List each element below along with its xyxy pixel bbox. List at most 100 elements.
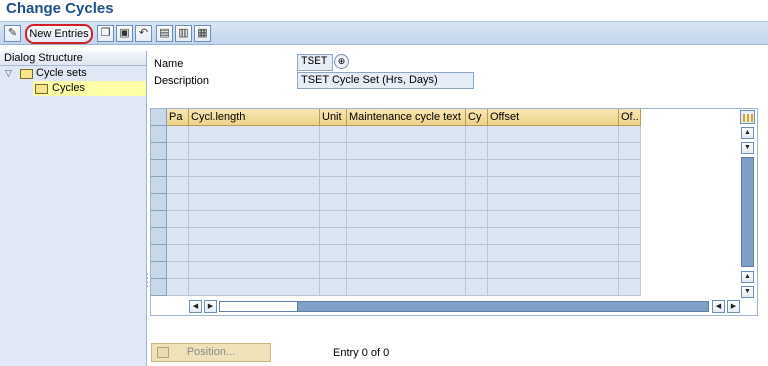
select-all-icon[interactable]: ▤ [156,25,173,42]
table-cell[interactable] [189,194,320,211]
table-cell[interactable] [320,177,347,194]
table-cell[interactable] [619,262,641,279]
scroll-down-icon[interactable]: ▼ [741,286,754,298]
table-cell[interactable] [488,279,619,296]
table-cell[interactable] [619,177,641,194]
column-header-pa[interactable]: Pa [167,109,189,126]
position-button[interactable]: Position... [151,343,271,362]
vertical-scrollbar[interactable]: ▲ ▼ ▲ ▼ [740,109,757,315]
table-cell[interactable] [619,245,641,262]
horizontal-scroll-thumb[interactable] [220,302,298,311]
select-block-icon[interactable]: ▥ [175,25,192,42]
column-header-maintenance-cycle-text[interactable]: Maintenance cycle text [347,109,466,126]
table-cell[interactable] [488,143,619,160]
table-cell[interactable] [347,160,466,177]
table-cell[interactable] [347,126,466,143]
table-cell[interactable] [167,211,189,228]
scroll-down-top-icon[interactable]: ▼ [741,142,754,154]
row-selector[interactable] [151,177,167,194]
table-cell[interactable] [488,126,619,143]
scroll-left-end-icon[interactable]: ◀ [712,300,725,313]
table-cell[interactable] [488,245,619,262]
table-cell[interactable] [619,160,641,177]
table-cell[interactable] [488,262,619,279]
table-cell[interactable] [320,194,347,211]
table-cell[interactable] [167,279,189,296]
table-cell[interactable] [167,177,189,194]
tree-item-cycle-sets[interactable]: ▽ Cycle sets [0,66,146,81]
row-selector[interactable] [151,262,167,279]
row-selector[interactable] [151,126,167,143]
table-cell[interactable] [189,262,320,279]
table-cell[interactable] [347,143,466,160]
table-cell[interactable] [189,160,320,177]
deselect-all-icon[interactable]: ▦ [194,25,211,42]
vertical-scroll-thumb[interactable] [741,157,754,267]
edit-toggle-icon[interactable]: ✎ [4,25,21,42]
row-selector[interactable] [151,279,167,296]
table-cell[interactable] [320,143,347,160]
scroll-up-icon[interactable]: ▲ [741,271,754,283]
table-cell[interactable] [167,143,189,160]
row-selector[interactable] [151,228,167,245]
table-cell[interactable] [619,126,641,143]
table-cell[interactable] [619,228,641,245]
value-help-icon[interactable]: ⊕ [334,54,349,69]
row-selector[interactable] [151,143,167,160]
horizontal-scrollbar[interactable]: ◀ ▶ ◀ ▶ [189,300,741,314]
table-cell[interactable] [189,143,320,160]
new-entries-button[interactable]: New Entries [25,24,93,44]
table-cell[interactable] [320,228,347,245]
table-cell[interactable] [488,160,619,177]
table-cell[interactable] [466,177,488,194]
table-cell[interactable] [466,126,488,143]
row-selector[interactable] [151,194,167,211]
column-header-offset[interactable]: Offset [488,109,619,126]
select-all-rows-cell[interactable] [151,109,167,126]
table-cell[interactable] [320,126,347,143]
table-cell[interactable] [488,211,619,228]
table-cell[interactable] [167,245,189,262]
table-cell[interactable] [320,262,347,279]
table-cell[interactable] [347,177,466,194]
table-cell[interactable] [347,194,466,211]
column-header-cy[interactable]: Cy [466,109,488,126]
row-selector[interactable] [151,160,167,177]
column-header-unit[interactable]: Unit [320,109,347,126]
table-cell[interactable] [189,245,320,262]
table-cell[interactable] [189,279,320,296]
table-cell[interactable] [488,194,619,211]
table-cell[interactable] [488,177,619,194]
table-cell[interactable] [167,228,189,245]
table-cell[interactable] [466,228,488,245]
table-cell[interactable] [189,177,320,194]
copy-icon[interactable]: ❐ [97,25,114,42]
scroll-right-icon[interactable]: ▶ [727,300,740,313]
table-cell[interactable] [167,126,189,143]
table-cell[interactable] [619,143,641,160]
table-cell[interactable] [347,279,466,296]
table-cell[interactable] [466,160,488,177]
table-cell[interactable] [619,279,641,296]
horizontal-scroll-track[interactable] [219,301,709,312]
table-settings-icon[interactable] [740,110,755,124]
table-cell[interactable] [466,245,488,262]
table-cell[interactable] [619,194,641,211]
table-cell[interactable] [347,262,466,279]
tree-item-cycles[interactable]: Cycles [33,81,146,96]
table-cell[interactable] [167,194,189,211]
table-cell[interactable] [466,194,488,211]
table-cell[interactable] [347,245,466,262]
scroll-up-top-icon[interactable]: ▲ [741,127,754,139]
table-cell[interactable] [320,211,347,228]
table-cell[interactable] [189,228,320,245]
scroll-left-icon[interactable]: ◀ [189,300,202,313]
table-cell[interactable] [466,211,488,228]
column-header-cycle-length[interactable]: Cycl.length [189,109,320,126]
row-selector[interactable] [151,245,167,262]
column-header-offset-unit[interactable]: Of.. [619,109,641,126]
pane-splitter[interactable]: · · · · [146,270,149,291]
table-cell[interactable] [320,160,347,177]
scroll-right-step-icon[interactable]: ▶ [204,300,217,313]
table-cell[interactable] [619,211,641,228]
